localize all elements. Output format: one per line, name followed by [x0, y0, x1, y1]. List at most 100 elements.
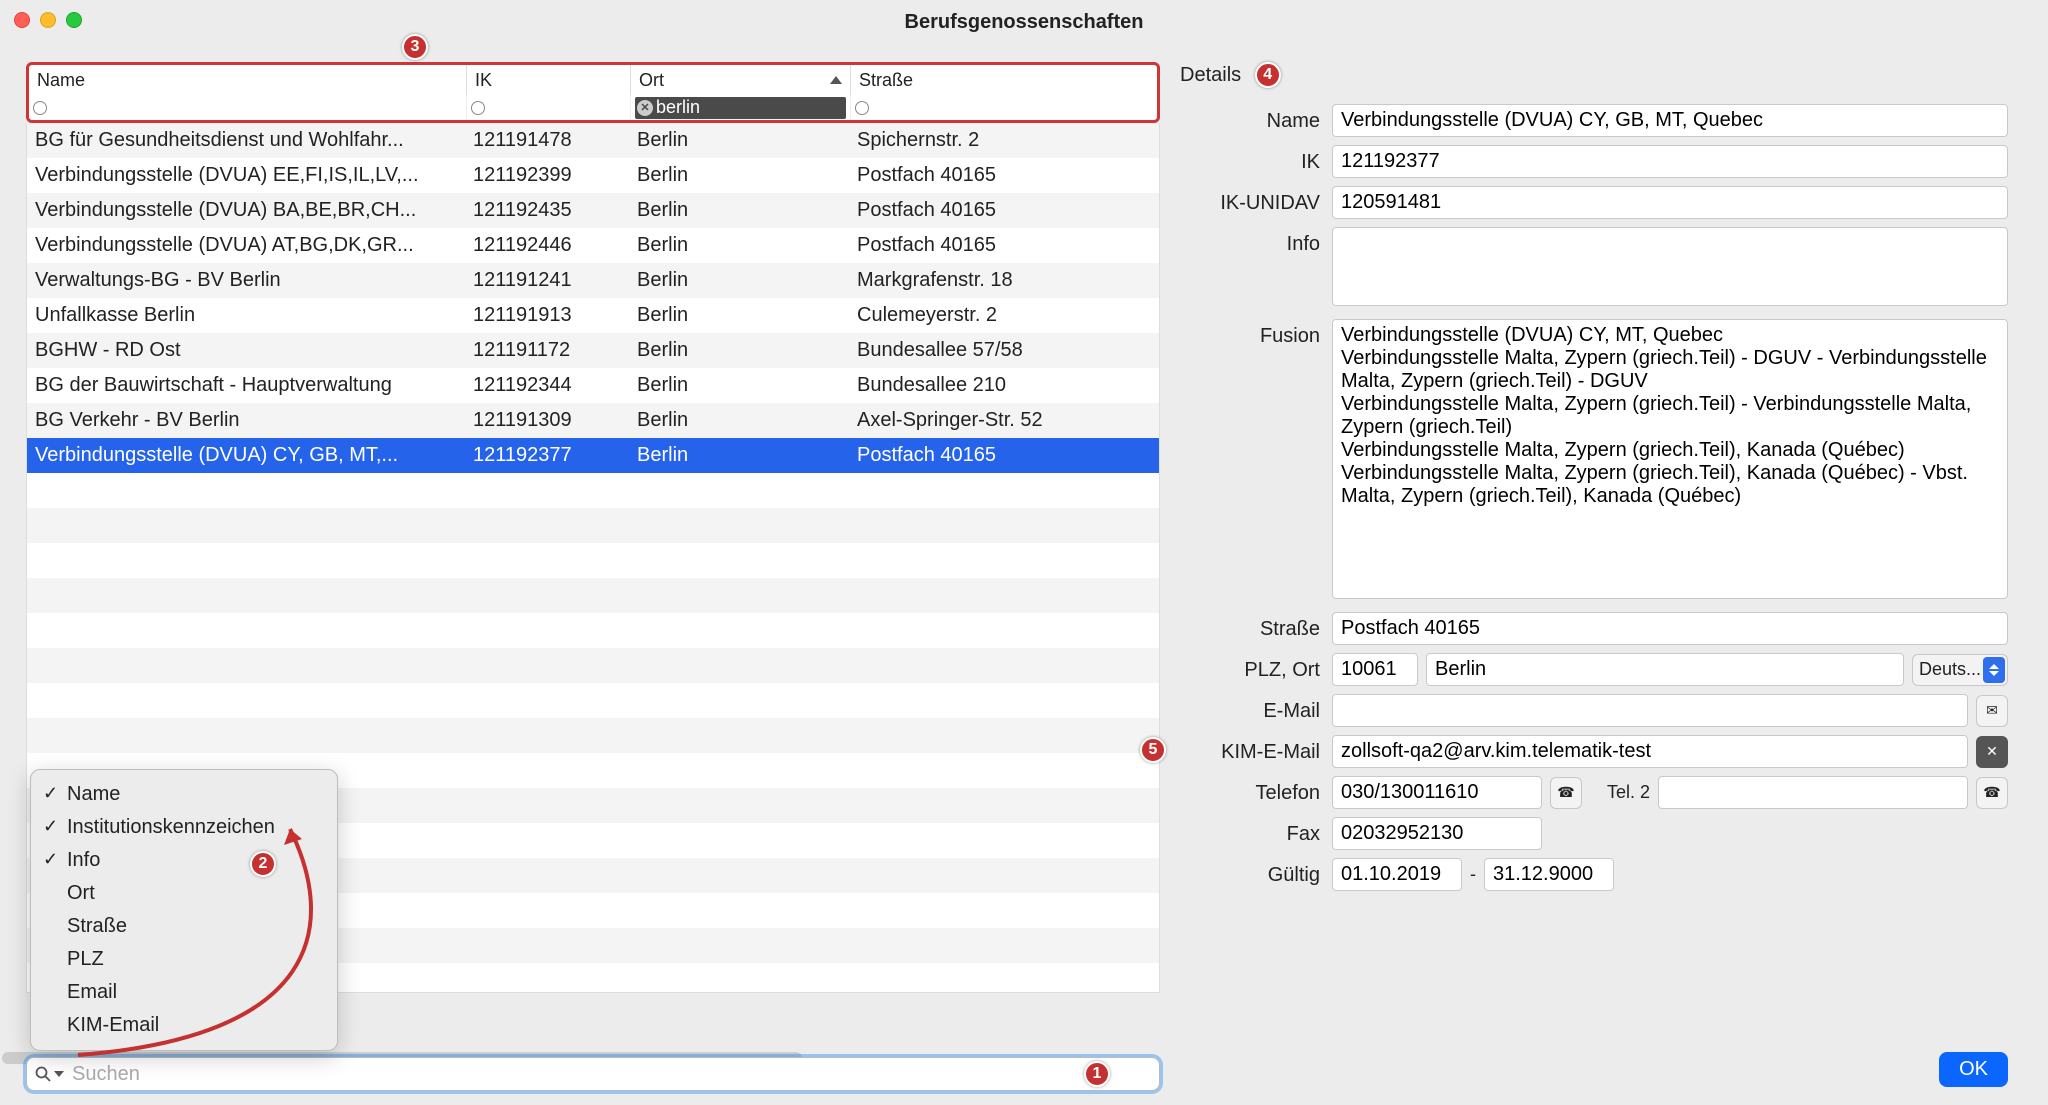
- email-action-button[interactable]: ✉: [1976, 695, 2008, 727]
- gueltig-dash: -: [1470, 864, 1476, 885]
- input-tel2[interactable]: [1658, 776, 1968, 809]
- annotation-4: 4: [1255, 62, 1281, 88]
- cell-name: BGHW - RD Ost: [27, 339, 465, 362]
- filter-ik-radio[interactable]: [471, 101, 485, 115]
- filter-strasse-radio[interactable]: [855, 101, 869, 115]
- details-heading: Details 4: [1180, 64, 2008, 90]
- phone-icon: ☎: [1983, 784, 2000, 801]
- popup-item[interactable]: PLZ: [31, 943, 337, 976]
- cell-name: Verbindungsstelle (DVUA) AT,BG,DK,GR...: [27, 234, 465, 257]
- cell-strasse: Bundesallee 210: [849, 374, 1159, 397]
- cell-ort: Berlin: [629, 374, 849, 397]
- cell-strasse: Spichernstr. 2: [849, 129, 1159, 152]
- table-row[interactable]: Unfallkasse Berlin121191913BerlinCulemey…: [27, 298, 1159, 333]
- table-row[interactable]: Verwaltungs-BG - BV Berlin121191241Berli…: [27, 263, 1159, 298]
- input-email[interactable]: [1332, 694, 1968, 727]
- details-pane: Details 4 Name IK IK-UNIDAV Info Fusion …: [1170, 44, 2048, 1105]
- filter-strasse-cell[interactable]: [851, 95, 1157, 120]
- cell-strasse: Culemeyerstr. 2: [849, 304, 1159, 327]
- details-form: Name IK IK-UNIDAV Info Fusion Verbindung…: [1170, 104, 2008, 891]
- minimize-window-button[interactable]: [40, 12, 56, 28]
- search-bar[interactable]: [26, 1057, 1160, 1091]
- input-fusion[interactable]: Verbindungsstelle (DVUA) CY, MT, Quebec …: [1332, 319, 2008, 599]
- search-input[interactable]: [70, 1062, 1151, 1087]
- label-email: E-Mail: [1170, 694, 1320, 723]
- table-row[interactable]: Verbindungsstelle (DVUA) EE,FI,IS,IL,LV,…: [27, 158, 1159, 193]
- input-strasse[interactable]: [1332, 612, 2008, 645]
- label-kimemail-text: KIM-E-Mail: [1221, 741, 1320, 763]
- cell-strasse: Markgrafenstr. 18: [849, 269, 1159, 292]
- zoom-window-button[interactable]: [66, 12, 82, 28]
- close-window-button[interactable]: [14, 12, 30, 28]
- table-header-row: Name IK Ort Straße: [29, 65, 1157, 95]
- input-plz[interactable]: [1332, 653, 1418, 686]
- label-fax: Fax: [1170, 817, 1320, 846]
- close-icon: ✕: [1986, 743, 1998, 760]
- filter-ort-cell[interactable]: ✕ berlin: [631, 95, 851, 120]
- cell-ik: 121191478: [465, 129, 629, 152]
- telefon-action-button[interactable]: ☎: [1550, 777, 1582, 809]
- cell-ort: Berlin: [629, 339, 849, 362]
- cell-ik: 121192344: [465, 374, 629, 397]
- col-header-ort[interactable]: Ort: [631, 65, 851, 95]
- cell-ik: 121192446: [465, 234, 629, 257]
- table-row[interactable]: BG Verkehr - BV Berlin121191309BerlinAxe…: [27, 403, 1159, 438]
- table-row[interactable]: Verbindungsstelle (DVUA) AT,BG,DK,GR...1…: [27, 228, 1159, 263]
- popup-item[interactable]: Straße: [31, 910, 337, 943]
- select-land[interactable]: Deuts...: [1912, 654, 2008, 686]
- popup-item[interactable]: Ort: [31, 877, 337, 910]
- input-ik-unidav[interactable]: [1332, 186, 2008, 219]
- popup-item[interactable]: Institutionskennzeichen: [31, 811, 337, 844]
- label-kimemail: 5 KIM-E-Mail: [1170, 735, 1320, 764]
- tel2-action-button[interactable]: ☎: [1976, 777, 2008, 809]
- input-name[interactable]: [1332, 104, 2008, 137]
- popup-item[interactable]: Email: [31, 976, 337, 1009]
- window-title: Berufsgenossenschaften: [905, 11, 1144, 34]
- filter-ort-input[interactable]: ✕ berlin: [635, 97, 846, 119]
- input-ort[interactable]: [1426, 653, 1904, 686]
- filter-ik-cell[interactable]: [467, 95, 631, 120]
- cell-name: Verbindungsstelle (DVUA) CY, GB, MT,...: [27, 444, 465, 467]
- ok-button[interactable]: OK: [1939, 1052, 2008, 1087]
- cell-ik: 121192435: [465, 199, 629, 222]
- popup-item[interactable]: KIM-Email: [31, 1009, 337, 1042]
- cell-ik: 121192399: [465, 164, 629, 187]
- annotation-5: 5: [1140, 737, 1166, 763]
- input-kimemail[interactable]: [1332, 735, 1968, 768]
- window-controls: [14, 12, 82, 28]
- filter-name-radio[interactable]: [33, 101, 47, 115]
- search-icon[interactable]: [35, 1066, 64, 1082]
- input-gueltig-von[interactable]: [1332, 858, 1462, 891]
- cell-name: Verbindungsstelle (DVUA) BA,BE,BR,CH...: [27, 199, 465, 222]
- left-pane: Name IK Ort Straße ✕ berlin: [0, 44, 1170, 1105]
- annotation-2: 2: [250, 851, 276, 877]
- popup-item[interactable]: Info: [31, 844, 337, 877]
- input-ik[interactable]: [1332, 145, 2008, 178]
- cell-name: Verbindungsstelle (DVUA) EE,FI,IS,IL,LV,…: [27, 164, 465, 187]
- table-row[interactable]: Verbindungsstelle (DVUA) BA,BE,BR,CH...1…: [27, 193, 1159, 228]
- kimemail-clear-button[interactable]: ✕: [1976, 736, 2008, 768]
- col-header-name[interactable]: Name: [29, 65, 467, 95]
- table-header-highlight: Name IK Ort Straße ✕ berlin: [26, 62, 1160, 123]
- filter-name-cell[interactable]: [29, 95, 467, 120]
- envelope-icon: ✉: [1986, 702, 1998, 719]
- input-telefon[interactable]: [1332, 776, 1542, 809]
- table-row[interactable]: BG der Bauwirtschaft - Hauptverwaltung12…: [27, 368, 1159, 403]
- table-row[interactable]: Verbindungsstelle (DVUA) CY, GB, MT,...1…: [27, 438, 1159, 473]
- cell-ort: Berlin: [629, 409, 849, 432]
- popup-item[interactable]: Name: [31, 778, 337, 811]
- label-info: Info: [1170, 227, 1320, 256]
- cell-name: Unfallkasse Berlin: [27, 304, 465, 327]
- clear-filter-icon[interactable]: ✕: [637, 100, 653, 116]
- col-header-ik[interactable]: IK: [467, 65, 631, 95]
- table-row[interactable]: BG für Gesundheitsdienst und Wohlfahr...…: [27, 123, 1159, 158]
- cell-name: BG für Gesundheitsdienst und Wohlfahr...: [27, 129, 465, 152]
- input-info[interactable]: [1332, 227, 2008, 306]
- table-row[interactable]: BGHW - RD Ost121191172BerlinBundesallee …: [27, 333, 1159, 368]
- cell-ik: 121191913: [465, 304, 629, 327]
- col-header-strasse[interactable]: Straße: [851, 65, 1157, 95]
- cell-strasse: Axel-Springer-Str. 52: [849, 409, 1159, 432]
- label-plzort: PLZ, Ort: [1170, 653, 1320, 682]
- input-gueltig-bis[interactable]: [1484, 858, 1614, 891]
- input-fax[interactable]: [1332, 817, 1542, 850]
